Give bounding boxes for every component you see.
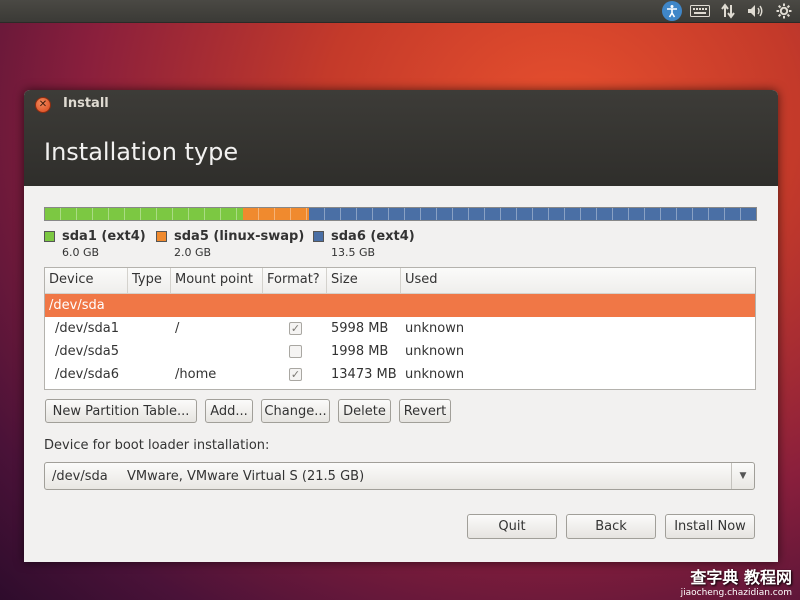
- column-header-size[interactable]: Size: [327, 268, 401, 293]
- watermark-sub: jiaocheng.chazidian.com: [680, 588, 792, 598]
- column-header-type[interactable]: Type: [128, 268, 171, 293]
- page-title: Installation type: [44, 138, 239, 166]
- row-size: 13473 MB: [331, 367, 397, 382]
- volume-icon[interactable]: [746, 1, 766, 21]
- format-checkbox[interactable]: [289, 345, 302, 358]
- row-mount: /: [175, 321, 180, 336]
- add-partition-button[interactable]: Add...: [205, 399, 253, 423]
- bootloader-description: VMware, VMware Virtual S (21.5 GB): [127, 469, 365, 484]
- legend-swatch: [44, 231, 55, 242]
- system-tray: [662, 0, 794, 22]
- table-row[interactable]: /dev/sda6 /home ✓ 13473 MB unknown: [45, 363, 755, 386]
- window-title: Install: [63, 96, 109, 111]
- back-button[interactable]: Back: [566, 514, 656, 539]
- row-format-cell: ✓: [263, 368, 327, 381]
- row-size: 1998 MB: [331, 344, 389, 359]
- partition-bar: [44, 207, 757, 221]
- change-partition-button[interactable]: Change...: [261, 399, 330, 423]
- keyboard-icon[interactable]: [690, 1, 710, 21]
- quit-button[interactable]: Quit: [467, 514, 557, 539]
- installer-window: ✕ Install Installation type sda1 (ext4) …: [24, 90, 778, 562]
- delete-partition-button[interactable]: Delete: [338, 399, 391, 423]
- row-format-cell: [263, 345, 327, 358]
- table-row-disk[interactable]: /dev/sda: [45, 294, 755, 317]
- row-used: unknown: [405, 344, 465, 359]
- table-header: Device Type Mount point Format? Size Use…: [45, 268, 755, 294]
- legend-name: sda5 (linux-swap): [174, 229, 305, 244]
- watermark: 查字典 教程网 jiaocheng.chazidian.com: [681, 564, 792, 598]
- column-header-format[interactable]: Format?: [263, 268, 327, 293]
- legend-size: 2.0 GB: [174, 246, 212, 259]
- close-button[interactable]: ✕: [35, 97, 51, 113]
- table-row[interactable]: /dev/sda1 / ✓ 5998 MB unknown: [45, 317, 755, 340]
- row-format-cell: ✓: [263, 322, 327, 335]
- accessibility-icon[interactable]: [662, 1, 682, 21]
- network-icon[interactable]: [718, 1, 738, 21]
- legend-name: sda6 (ext4): [331, 229, 415, 244]
- bootloader-label: Device for boot loader installation:: [44, 438, 270, 453]
- legend-swatch: [156, 231, 167, 242]
- row-size: 5998 MB: [331, 321, 389, 336]
- partition-segment-sda6: [309, 208, 756, 220]
- revert-button[interactable]: Revert: [399, 399, 451, 423]
- legend-size: 13.5 GB: [331, 246, 376, 259]
- format-checkbox[interactable]: ✓: [289, 368, 302, 381]
- column-header-used[interactable]: Used: [401, 268, 755, 293]
- bootloader-device-select[interactable]: /dev/sda VMware, VMware Virtual S (21.5 …: [44, 462, 755, 490]
- legend-size: 6.0 GB: [62, 246, 100, 259]
- format-checkbox[interactable]: ✓: [289, 322, 302, 335]
- row-used: unknown: [405, 367, 465, 382]
- disk-device: /dev/sda: [49, 298, 105, 313]
- row-device: /dev/sda5: [55, 344, 119, 359]
- legend-name: sda1 (ext4): [62, 229, 146, 244]
- top-panel: [0, 0, 800, 23]
- new-partition-table-button[interactable]: New Partition Table...: [45, 399, 197, 423]
- chevron-down-icon[interactable]: ▼: [731, 463, 754, 489]
- partition-legend: sda1 (ext4) 6.0 GB sda5 (linux-swap) 2.0…: [44, 229, 757, 261]
- watermark-main: 查字典 教程网: [690, 568, 792, 587]
- partition-table[interactable]: Device Type Mount point Format? Size Use…: [44, 267, 756, 390]
- bootloader-device: /dev/sda: [52, 469, 108, 484]
- row-device: /dev/sda1: [55, 321, 119, 336]
- column-header-device[interactable]: Device: [45, 268, 128, 293]
- column-header-mount[interactable]: Mount point: [171, 268, 263, 293]
- legend-swatch: [313, 231, 324, 242]
- row-device: /dev/sda6: [55, 367, 119, 382]
- partition-segment-sda1: [45, 208, 244, 220]
- partition-segment-sda5: [243, 208, 310, 220]
- row-used: unknown: [405, 321, 465, 336]
- gear-icon[interactable]: [774, 1, 794, 21]
- window-titlebar: ✕ Install Installation type: [24, 90, 778, 186]
- row-mount: /home: [175, 367, 217, 382]
- install-now-button[interactable]: Install Now: [665, 514, 755, 539]
- table-row[interactable]: /dev/sda5 1998 MB unknown: [45, 340, 755, 363]
- close-icon: ✕: [38, 99, 48, 110]
